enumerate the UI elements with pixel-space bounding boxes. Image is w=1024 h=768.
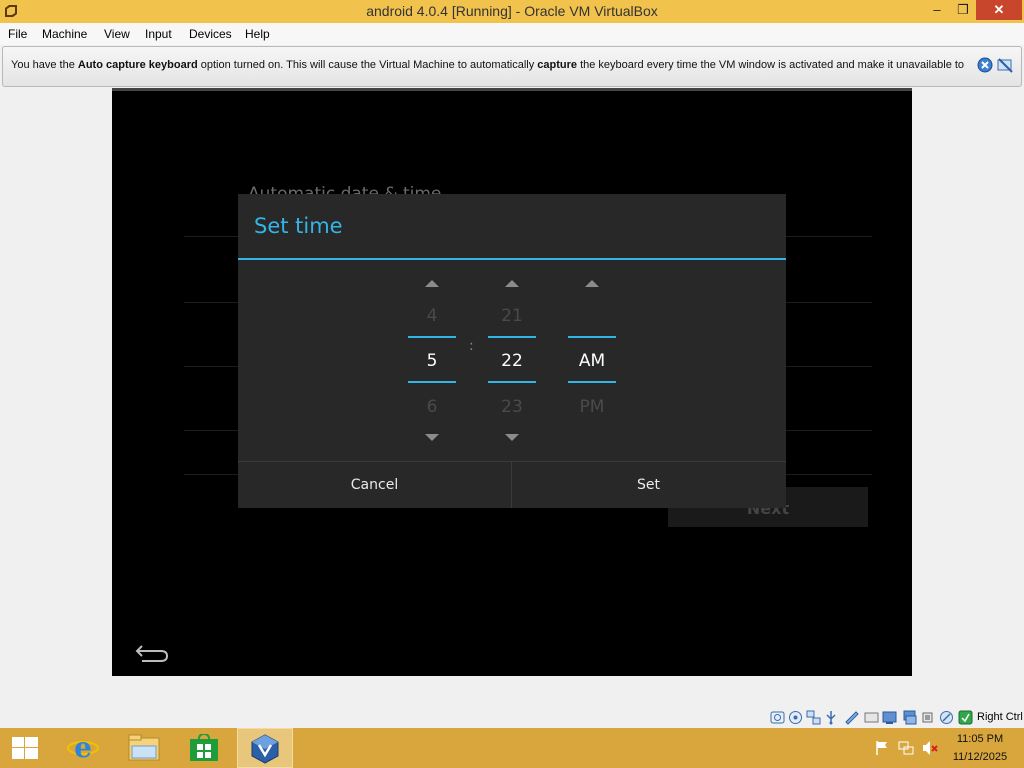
cpu-icon[interactable] [920, 710, 935, 725]
taskbar-internet-explorer[interactable]: e [56, 728, 112, 768]
host-key-icon[interactable] [958, 710, 973, 725]
notice-bold-2: capture [537, 59, 578, 71]
dialog-title-divider [238, 258, 786, 260]
ampm-selection-line [568, 381, 616, 383]
hour-current-value[interactable]: 5 [408, 351, 456, 371]
notice-bold-1: Auto capture keyboard [77, 59, 198, 71]
taskbar-store[interactable] [176, 728, 232, 768]
menu-input[interactable]: Input [145, 27, 172, 41]
shared-folders-icon[interactable] [844, 710, 859, 725]
menu-help[interactable]: Help [245, 27, 270, 41]
menu-view[interactable]: View [104, 27, 130, 41]
menu-bar: File Machine View Input Devices Help [0, 23, 1024, 45]
menu-file[interactable]: File [8, 27, 27, 41]
minute-current-value[interactable]: 22 [488, 351, 536, 371]
hard-disk-icon[interactable] [770, 710, 785, 725]
hour-next-value[interactable]: 6 [408, 397, 456, 417]
notice-text-2: option turned on. This will cause the Vi… [197, 59, 538, 71]
clock-time[interactable]: 11:05 PM [940, 733, 1020, 745]
back-arrow-icon[interactable] [134, 640, 170, 664]
ampm-selection-line [568, 336, 616, 338]
volume-muted-icon[interactable] [922, 740, 938, 756]
internet-explorer-icon: e [67, 732, 99, 764]
close-button[interactable]: ✕ [976, 0, 1022, 20]
time-separator: : [469, 338, 474, 354]
notice-text-3: the keyboard every time the VM window is… [577, 59, 965, 71]
cancel-button[interactable]: Cancel [238, 462, 511, 508]
close-notice-icon[interactable] [977, 57, 993, 73]
screen-capture-icon[interactable] [882, 710, 897, 725]
hour-decrement-icon[interactable] [425, 434, 439, 441]
set-button[interactable]: Set [512, 462, 785, 508]
hour-selection-line [408, 381, 456, 383]
svg-text:e: e [74, 732, 92, 764]
store-icon [190, 734, 218, 761]
minute-prev-value[interactable]: 21 [488, 306, 536, 326]
display-icon[interactable] [864, 710, 879, 725]
ampm-current-value[interactable]: AM [568, 351, 616, 371]
taskbar-virtualbox[interactable] [237, 728, 293, 768]
clock-date[interactable]: 11/12/2025 [940, 751, 1020, 763]
minimize-button[interactable]: – [924, 0, 950, 20]
hour-prev-value[interactable]: 4 [408, 306, 456, 326]
maximize-button[interactable]: ❐ [950, 0, 976, 20]
set-time-dialog: Set time 4 5 6 : 21 22 23 AM PM Cancel S… [238, 194, 786, 508]
virtualbox-icon [251, 734, 279, 764]
window-title: android 4.0.4 [Running] - Oracle VM Virt… [366, 3, 658, 19]
vm-top-strip [112, 88, 912, 91]
windows-logo-icon [12, 737, 38, 759]
action-center-flag-icon[interactable] [874, 740, 890, 756]
menu-machine[interactable]: Machine [42, 27, 87, 41]
file-explorer-icon [128, 734, 160, 761]
vm-window-icon[interactable] [902, 710, 917, 725]
host-key-label: Right Ctrl [977, 711, 1023, 723]
taskbar-file-explorer[interactable] [116, 728, 172, 768]
minute-decrement-icon[interactable] [505, 434, 519, 441]
start-button[interactable] [0, 728, 56, 768]
notice-text-1: You have the [11, 59, 78, 71]
menu-devices[interactable]: Devices [189, 27, 232, 41]
ampm-increment-icon[interactable] [585, 280, 599, 287]
mouse-integration-icon[interactable] [939, 710, 954, 725]
notice-message: You have the Auto capture keyboard optio… [11, 59, 964, 71]
window-titlebar: android 4.0.4 [Running] - Oracle VM Virt… [0, 0, 1024, 23]
keyboard-capture-notice: You have the Auto capture keyboard optio… [2, 46, 1022, 87]
ampm-next-value[interactable]: PM [568, 397, 616, 417]
vm-display[interactable]: Automatic date & time Next Set time 4 5 … [112, 88, 912, 676]
optical-drive-icon[interactable] [788, 710, 803, 725]
do-not-show-again-icon[interactable] [997, 57, 1013, 73]
minute-selection-line [488, 336, 536, 338]
minute-next-value[interactable]: 23 [488, 397, 536, 417]
minute-increment-icon[interactable] [505, 280, 519, 287]
minute-selection-line [488, 381, 536, 383]
usb-icon[interactable] [824, 710, 839, 725]
hour-selection-line [408, 336, 456, 338]
network-status-icon[interactable] [898, 740, 914, 756]
dialog-title: Set time [254, 214, 343, 238]
windows-taskbar: e 11:05 PM 11/12/2025 [0, 728, 1024, 768]
network-icon[interactable] [806, 710, 821, 725]
hour-increment-icon[interactable] [425, 280, 439, 287]
